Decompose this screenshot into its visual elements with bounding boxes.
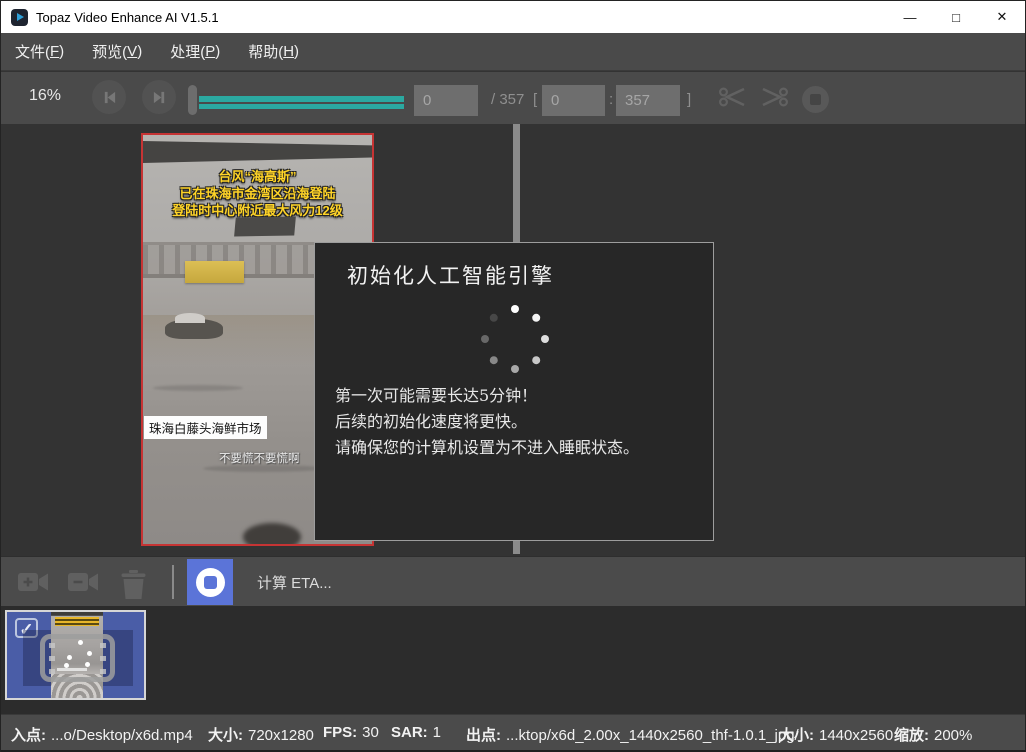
current-frame-input[interactable]	[414, 85, 478, 116]
skip-end-button[interactable]	[142, 80, 176, 114]
preview-overpass-shape	[143, 141, 372, 163]
skip-start-icon	[102, 90, 117, 105]
preview-location-label: 珠海白藤头海鲜市场	[144, 416, 267, 439]
zoom-level: 16%	[29, 87, 61, 105]
scissors-left-icon	[718, 86, 748, 108]
menu-file[interactable]: 文件(F)	[1, 33, 78, 70]
menu-help[interactable]: 帮助(H)	[234, 33, 313, 70]
status-output-size: 大小:1440x2560	[779, 724, 893, 745]
preview-caption: 不要慌不要慌啊	[219, 450, 300, 466]
app-logo-icon	[11, 9, 28, 26]
camera-plus-icon	[17, 570, 49, 594]
dialog-title: 初始化人工智能引擎	[347, 260, 554, 290]
minimize-button[interactable]: —	[887, 1, 933, 33]
maximize-button[interactable]: □	[933, 1, 979, 33]
stop-preview-button[interactable]	[802, 86, 829, 113]
menu-bar: 文件(F) 预览(V) 处理(P) 帮助(H)	[1, 33, 1025, 71]
trim-bracket-open: [	[533, 91, 537, 108]
timeline-progress-bar-secondary	[199, 104, 404, 109]
remove-clip-button[interactable]	[67, 570, 99, 594]
stop-icon	[810, 94, 821, 105]
status-bar: 入点:...o/Desktop/x6d.mp4 大小:720x1280 FPS:…	[1, 714, 1025, 752]
status-output-path: 出点:...ktop/x6d_2.00x_1440x2560_thf-1.0.1…	[466, 724, 799, 745]
preview-headline-text: 台风“海高斯” 已在珠海市金湾区沿海登陆 登陆时中心附近最大风力12级	[143, 168, 372, 219]
window-title: Topaz Video Enhance AI V1.5.1	[36, 10, 219, 25]
trim-bracket-close: ]	[687, 91, 691, 108]
timeline-progress-bar[interactable]	[199, 96, 404, 102]
stop-processing-button[interactable]	[187, 559, 233, 605]
preview-hanging-sign-shape	[234, 216, 296, 236]
status-input-path: 入点:...o/Desktop/x6d.mp4	[11, 724, 193, 745]
trim-out-scissors-button[interactable]	[759, 86, 789, 108]
trash-icon	[120, 570, 147, 599]
toolbar-divider	[172, 565, 174, 599]
preview-car-shape	[165, 319, 223, 339]
window-controls: — □ ✕	[887, 1, 1025, 33]
skip-start-button[interactable]	[92, 80, 126, 114]
skip-end-icon	[152, 90, 167, 105]
status-scale: 缩放:200%	[894, 724, 972, 745]
close-button[interactable]: ✕	[979, 1, 1025, 33]
clip-thumbnail[interactable]: ✓	[5, 610, 146, 700]
clip-list-strip: ✓	[1, 606, 1025, 714]
trim-out-input[interactable]	[616, 85, 680, 116]
preview-debris-shape	[243, 523, 301, 546]
delete-clip-button[interactable]	[120, 570, 147, 599]
dialog-message-1: 第一次可能需要长达5分钟！ 后续的初始化速度将更快。	[335, 383, 693, 435]
status-input-size: 大小:720x1280	[208, 724, 314, 745]
init-engine-dialog: 初始化人工智能引擎 第一次可能需要长达5分钟！ 后续的初始化速度将更快。 请确保…	[314, 242, 714, 541]
preview-water-streak	[203, 465, 323, 472]
film-holes-left	[49, 643, 55, 675]
menu-process[interactable]: 处理(P)	[156, 33, 234, 70]
scissors-right-icon	[759, 86, 789, 108]
loading-spinner-icon	[477, 301, 553, 377]
status-sar: SAR:1	[391, 724, 441, 741]
add-clip-button[interactable]	[17, 570, 49, 594]
total-frames-label: / 357	[491, 91, 524, 108]
trim-in-input[interactable]	[542, 85, 605, 116]
timeline-slider-handle[interactable]	[188, 85, 197, 115]
preview-yellow-sign-shape	[185, 261, 244, 283]
trim-in-scissors-button[interactable]	[718, 86, 748, 108]
dialog-message-2: 请确保您的计算机设置为不进入睡眠状态。	[335, 435, 693, 461]
app-window: Topaz Video Enhance AI V1.5.1 — □ ✕ 文件(F…	[0, 0, 1026, 752]
preview-water-streak	[153, 385, 243, 391]
preview-workspace: 台风“海高斯” 已在珠海市金湾区沿海登陆 登陆时中心附近最大风力12级 珠海白藤…	[1, 124, 1025, 556]
title-bar: Topaz Video Enhance AI V1.5.1 — □ ✕	[1, 1, 1025, 33]
stop-processing-icon	[196, 568, 225, 597]
trim-separator: :	[609, 91, 613, 108]
status-fps: FPS:30	[323, 724, 379, 741]
menu-preview[interactable]: 预览(V)	[78, 33, 156, 70]
film-holes-right	[100, 643, 106, 675]
transport-toolbar: 16% / 357 [ : ]	[1, 72, 1025, 124]
camera-minus-icon	[67, 570, 99, 594]
thumbnail-headline-shape	[55, 617, 99, 626]
process-toolbar: 计算 ETA...	[1, 556, 1025, 606]
film-strip-icon	[40, 634, 115, 682]
eta-status-text: 计算 ETA...	[257, 572, 332, 593]
